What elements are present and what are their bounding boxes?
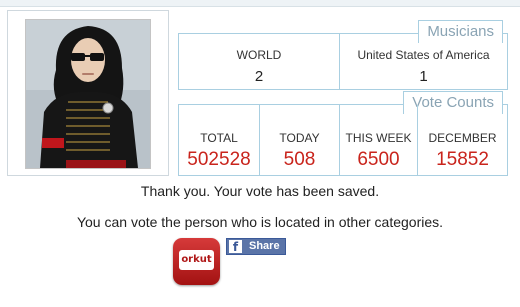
votes-today-label: TODAY xyxy=(279,131,320,145)
votes-today-value: 508 xyxy=(283,149,316,170)
votes-total: TOTAL 502528 xyxy=(179,105,259,175)
vote-counts-box: Vote Counts TOTAL 502528 TODAY 508 THIS … xyxy=(178,91,508,176)
musician-photo[interactable] xyxy=(25,19,151,169)
votes-total-value: 502528 xyxy=(187,149,251,170)
musician-photo-image xyxy=(26,20,150,168)
votes-month: DECEMBER 15852 xyxy=(417,105,507,175)
votes-this-week-label: THIS WEEK xyxy=(345,131,412,145)
rank-world-value: 2 xyxy=(254,68,264,85)
votes-this-week-value: 6500 xyxy=(357,149,400,170)
orkut-share-button[interactable]: orkut xyxy=(173,238,220,285)
votes-this-week: THIS WEEK 6500 xyxy=(339,105,417,175)
rank-world-label: WORLD xyxy=(236,48,282,62)
facebook-share-label: Share xyxy=(249,240,280,252)
votes-total-label: TOTAL xyxy=(200,131,238,145)
votes-month-label: DECEMBER xyxy=(428,131,497,145)
votes-month-value: 15852 xyxy=(436,149,489,170)
rank-world: WORLD 2 xyxy=(179,34,339,89)
musicians-rank-box: Musicians WORLD 2 United States of Ameri… xyxy=(178,20,508,90)
facebook-icon: f xyxy=(229,240,242,254)
votes-today: TODAY 508 xyxy=(259,105,339,175)
other-categories-message: You can vote the person who is located i… xyxy=(76,214,444,230)
rank-country: United States of America 1 xyxy=(339,34,507,89)
top-edge xyxy=(0,0,520,7)
rank-country-label: United States of America xyxy=(357,48,490,62)
facebook-share-button[interactable]: f Share xyxy=(226,238,286,255)
photo-frame xyxy=(7,10,169,176)
orkut-logo-icon: orkut xyxy=(179,250,214,270)
vote-saved-message: Thank you. Your vote has been saved. xyxy=(140,183,380,199)
rank-country-value: 1 xyxy=(419,68,428,85)
